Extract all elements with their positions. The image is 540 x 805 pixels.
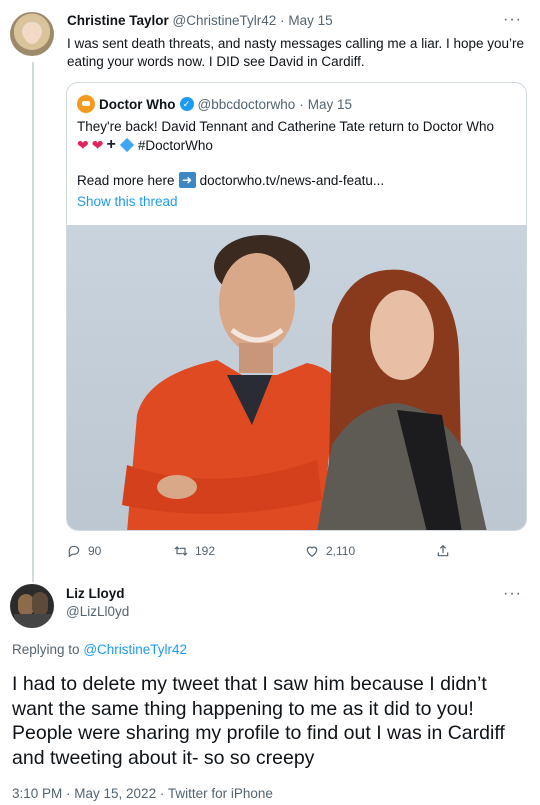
avatar[interactable]	[10, 584, 54, 628]
plus-icon: +	[106, 136, 116, 153]
tweet-text: I was sent death threats, and nasty mess…	[67, 36, 525, 69]
tweet-timestamp[interactable]: 3:10 PM · May 15, 2022 · Twitter for iPh…	[12, 786, 273, 801]
retweet-button[interactable]: 192	[173, 543, 215, 559]
retweet-icon	[174, 546, 188, 556]
more-icon[interactable]: ···	[503, 11, 522, 29]
replying-to-handle[interactable]: @ChristineTylr42	[83, 642, 187, 657]
red-heart-icon: ❤	[91, 136, 104, 153]
hashtag-link[interactable]: #DoctorWho	[138, 138, 213, 153]
like-icon	[306, 546, 318, 558]
retweet-count: 192	[195, 544, 216, 558]
parent-tweet[interactable]: Christine Taylor @ChristineTylr42 · May …	[0, 0, 540, 575]
tweet-text: I had to delete my tweet that I saw him …	[12, 673, 505, 769]
main-tweet[interactable]: Liz Lloyd @LizLl0yd ··· Replying to @Chr…	[0, 575, 540, 805]
quoted-tweet[interactable]: Doctor Who ✓ @bbcdoctorwho · May 15 They…	[66, 82, 527, 531]
share-icon	[437, 544, 449, 557]
avatar[interactable]	[10, 12, 54, 56]
quoted-tweet-text: They're back! David Tennant and Catherin…	[77, 119, 495, 134]
reply-count: 90	[88, 544, 102, 558]
author-handle[interactable]: @ChristineTylr42	[173, 13, 277, 28]
author-name[interactable]: Doctor Who	[99, 97, 176, 112]
replying-prefix: Replying to	[12, 642, 80, 657]
more-icon[interactable]: ···	[503, 585, 522, 603]
author-handle[interactable]: @bbcdoctorwho	[198, 97, 296, 112]
replying-to-line: Replying to @ChristineTylr42	[12, 642, 187, 657]
tweet-date[interactable]: May 15	[308, 97, 352, 112]
quoted-tweet-photo[interactable]	[67, 225, 526, 530]
author-handle[interactable]: @LizLl0yd	[66, 604, 129, 619]
tweet-actions: 90 192 2,110	[66, 543, 466, 561]
verified-icon: ✓	[179, 97, 194, 111]
reply-button[interactable]: 90	[66, 543, 101, 559]
read-more-line: Read more here ➜ doctorwho.tv/news-and-f…	[77, 172, 384, 188]
share-button[interactable]	[435, 543, 451, 559]
like-button[interactable]: 2,110	[304, 543, 355, 559]
tweet-date[interactable]: May 15	[288, 13, 332, 28]
author-name[interactable]: Liz Lloyd	[66, 586, 125, 601]
arrow-right-icon: ➜	[178, 172, 196, 188]
blue-diamond-icon	[119, 137, 134, 153]
show-thread-link[interactable]: Show this thread	[77, 194, 178, 209]
read-more-label: Read more here	[77, 172, 175, 188]
external-link[interactable]: doctorwho.tv/news-and-featu...	[200, 173, 385, 188]
avatar[interactable]	[77, 95, 95, 113]
parent-tweet-header: Christine Taylor @ChristineTylr42 · May …	[67, 13, 333, 28]
like-count: 2,110	[326, 544, 356, 558]
quoted-tweet-emoji-line: ❤ ❤ + #DoctorWho	[77, 136, 213, 154]
reply-icon	[68, 545, 80, 558]
author-name[interactable]: Christine Taylor	[67, 13, 169, 28]
red-heart-icon: ❤	[77, 136, 89, 153]
quoted-tweet-header: Doctor Who ✓ @bbcdoctorwho · May 15	[77, 95, 352, 113]
photo-illustration	[122, 235, 487, 530]
